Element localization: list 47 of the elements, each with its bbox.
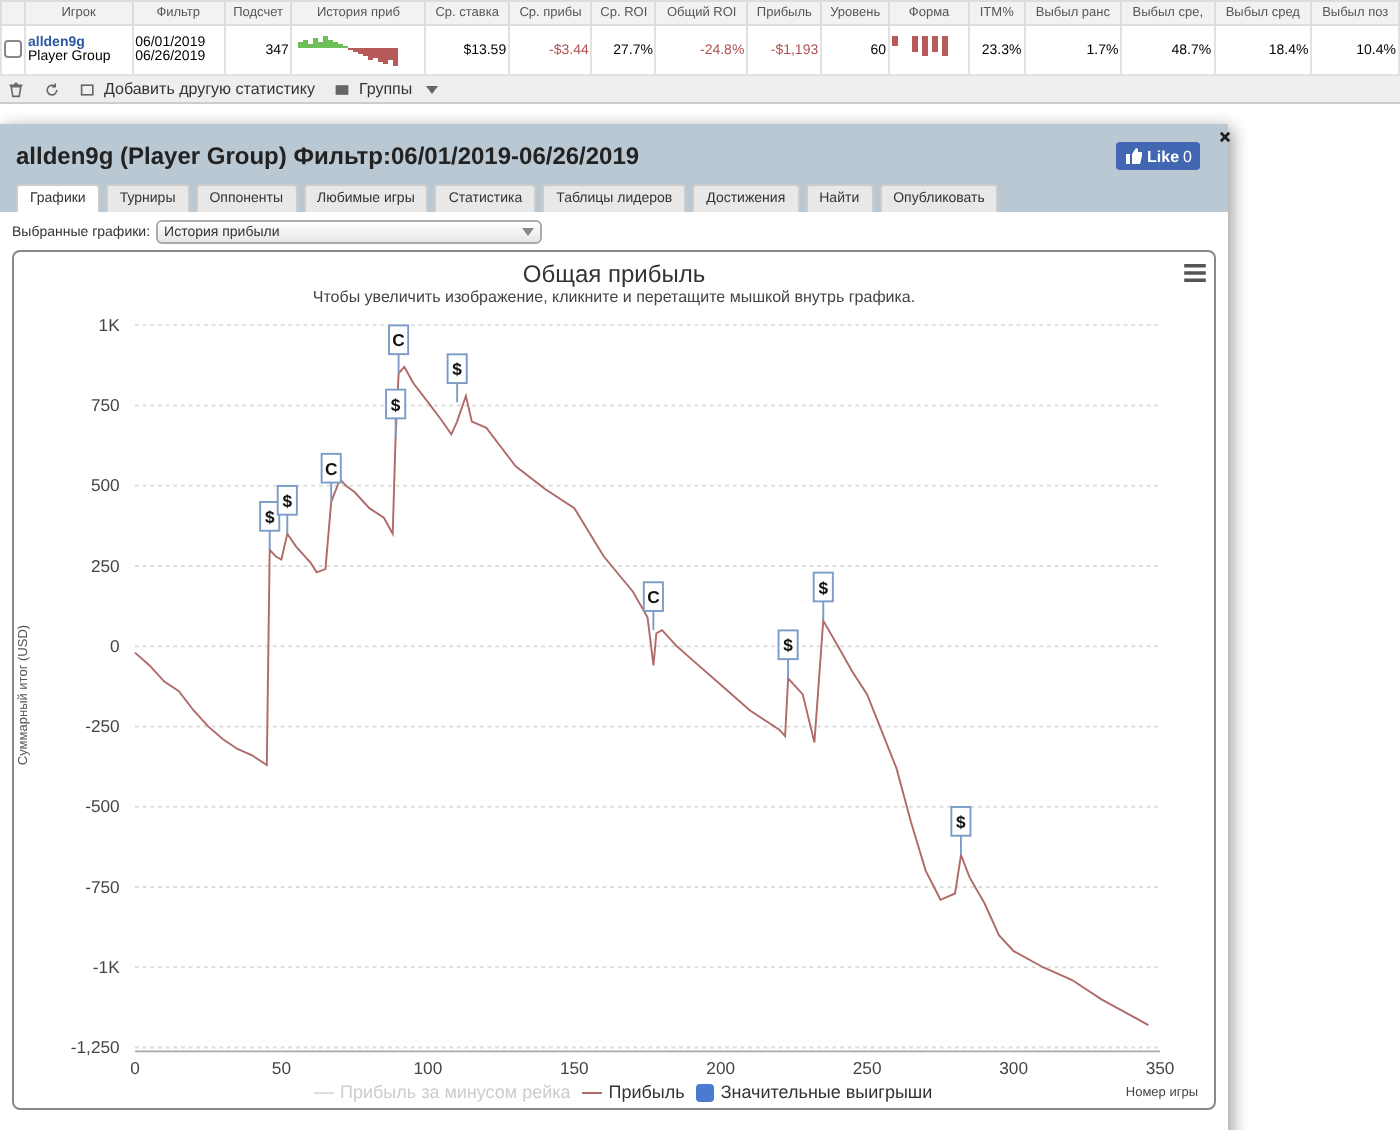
x-tick-label: 350 xyxy=(1145,1058,1175,1079)
x-tick-label: 250 xyxy=(852,1058,882,1079)
y-tick-label: -500 xyxy=(85,796,120,817)
groups-dropdown[interactable]: Группы xyxy=(334,80,439,98)
annotation: $ xyxy=(264,507,275,528)
y-tick-label: -750 xyxy=(85,876,120,897)
like-button[interactable]: Like 0 xyxy=(1115,142,1200,170)
dialog-title: allden9g (Player Group) Фильтр:06/01/2019-06/26/2019 xyxy=(16,142,640,170)
annotation: C xyxy=(392,330,405,351)
x-tick-label: 300 xyxy=(999,1058,1028,1079)
annotation: $ xyxy=(956,812,967,833)
y-tick-label: -1K xyxy=(92,957,120,977)
annotation: $ xyxy=(452,359,463,380)
y-tick-label: 500 xyxy=(90,475,120,496)
thumbs-up-icon xyxy=(1123,146,1144,166)
annotation: C xyxy=(647,587,660,608)
y-tick-label: 1K xyxy=(98,314,120,335)
x-tick-label: 200 xyxy=(706,1058,736,1079)
caret-icon xyxy=(522,228,535,236)
y-tick-label: 0 xyxy=(110,635,120,656)
annotation: $ xyxy=(818,577,829,598)
window-icon xyxy=(80,81,96,97)
annotation: C xyxy=(325,458,338,479)
folder-icon xyxy=(334,81,351,97)
y-tick-label: 250 xyxy=(90,555,120,576)
close-icon[interactable] xyxy=(1218,130,1232,144)
annotation: $ xyxy=(390,394,401,415)
caret-icon xyxy=(426,85,439,93)
x-tick-label: 50 xyxy=(271,1058,291,1079)
menu-icon[interactable] xyxy=(1184,264,1206,282)
refresh-icon[interactable] xyxy=(44,81,60,97)
legend-item[interactable]: Прибыль xyxy=(582,1082,685,1102)
legend-item[interactable]: Значительные выигрыши xyxy=(696,1082,933,1102)
x-tick-label: 0 xyxy=(130,1058,140,1079)
x-tick-label: 150 xyxy=(559,1058,589,1079)
chart-title: Общая прибыль xyxy=(520,260,708,288)
add-statistic-button[interactable]: Добавить другую статистику xyxy=(80,80,315,98)
trash-icon[interactable] xyxy=(8,81,24,97)
y-tick-label: -1,250 xyxy=(70,1037,120,1058)
annotation: $ xyxy=(282,491,293,512)
annotation: $ xyxy=(783,635,794,656)
y-tick-label: -250 xyxy=(85,716,120,737)
form-bars-drawing xyxy=(892,34,953,62)
chart-subtitle: Чтобы увеличить изображение, кликните и перетащите мышкой внутрь графика. xyxy=(310,288,918,306)
y-tick-label: 750 xyxy=(90,395,120,416)
x-tick-label: 100 xyxy=(413,1058,443,1079)
row-checkbox[interactable] xyxy=(4,39,22,57)
